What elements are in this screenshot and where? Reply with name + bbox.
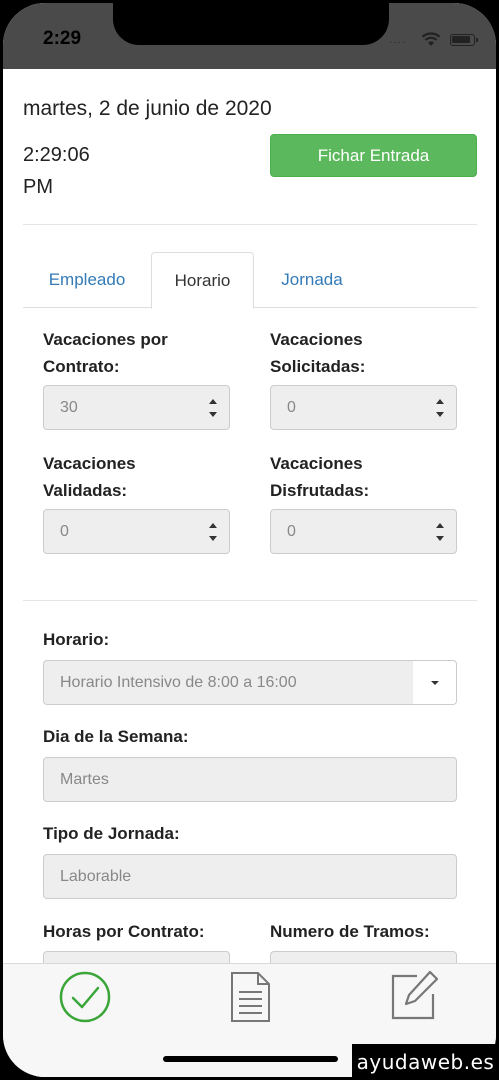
tipo-jornada-label: Tipo de Jornada: <box>43 824 180 843</box>
label-line: Vacaciones <box>270 454 363 473</box>
tab-horario[interactable]: Horario <box>151 252 254 309</box>
clock-time: 2:29:06 <box>23 144 90 166</box>
stepper-arrows-icon[interactable] <box>207 394 219 422</box>
vacaciones-validadas-stepper[interactable]: 0 <box>43 509 230 554</box>
divider <box>23 224 477 225</box>
label-line: Solicitadas: <box>270 357 366 376</box>
stepper-value: 0 <box>287 522 296 540</box>
stepper-arrows-icon[interactable] <box>207 518 219 546</box>
label-line: Disfrutadas: <box>270 481 370 500</box>
home-indicator[interactable] <box>163 1056 338 1062</box>
status-time: 2:29 <box>43 28 82 49</box>
battery-icon <box>450 34 478 46</box>
stepper-value: 0 <box>287 398 296 416</box>
caret-down-icon <box>430 680 439 685</box>
fichar-entrada-button[interactable]: Fichar Entrada <box>270 134 477 177</box>
tab-jornada[interactable]: Jornada <box>254 252 370 308</box>
vacaciones-contrato-stepper[interactable]: 30 <box>43 385 230 430</box>
divider <box>23 600 477 601</box>
dia-semana-value: Martes <box>60 770 109 788</box>
wifi-icon <box>421 32 441 46</box>
vacaciones-validadas-label: Vacaciones Validadas: <box>43 450 136 504</box>
label-line: Validadas: <box>43 481 128 500</box>
tab-empleado[interactable]: Empleado <box>23 252 151 308</box>
vacaciones-solicitadas-stepper[interactable]: 0 <box>270 385 457 430</box>
stepper-arrows-icon[interactable] <box>434 518 446 546</box>
current-date: martes, 2 de junio de 2020 <box>23 97 272 120</box>
check-circle-icon[interactable] <box>58 970 112 1024</box>
notch <box>113 3 389 45</box>
clock-ampm: PM <box>23 176 53 198</box>
stepper-value: 30 <box>60 398 78 416</box>
document-icon[interactable] <box>223 970 277 1024</box>
horario-dropdown-button[interactable] <box>413 660 457 705</box>
label-line: Vacaciones <box>43 454 136 473</box>
tipo-jornada-value: Laborable <box>60 867 132 885</box>
vacaciones-disfrutadas-label: Vacaciones Disfrutadas: <box>270 450 369 504</box>
edit-icon[interactable] <box>387 968 441 1022</box>
tipo-jornada-field[interactable]: Laborable <box>43 854 457 899</box>
signal-dots: ···· <box>389 37 407 48</box>
numero-tramos-label: Numero de Tramos: <box>270 922 430 941</box>
stepper-value: 0 <box>60 522 69 540</box>
status-bar: 2:29 ···· <box>3 3 496 69</box>
label-line: Vacaciones por <box>43 330 168 349</box>
vacaciones-disfrutadas-stepper[interactable]: 0 <box>270 509 457 554</box>
horas-contrato-label: Horas por Contrato: <box>43 922 205 941</box>
vacaciones-contrato-label: Vacaciones por Contrato: <box>43 326 168 380</box>
phone-screen: 2:29 ···· martes, 2 de junio de 2020 2:2… <box>3 3 496 1077</box>
stepper-arrows-icon[interactable] <box>434 394 446 422</box>
vacaciones-solicitadas-label: Vacaciones Solicitadas: <box>270 326 365 380</box>
tab-bar: Empleado Horario Jornada <box>23 252 477 309</box>
horario-select[interactable]: Horario Intensivo de 8:00 a 16:00 <box>43 660 414 705</box>
label-line: Vacaciones <box>270 330 363 349</box>
watermark: ayudaweb.es <box>352 1044 499 1080</box>
dia-semana-label: Dia de la Semana: <box>43 727 189 746</box>
dia-semana-field[interactable]: Martes <box>43 757 457 802</box>
horario-select-value: Horario Intensivo de 8:00 a 16:00 <box>60 673 297 691</box>
horario-label: Horario: <box>43 630 110 649</box>
label-line: Contrato: <box>43 357 120 376</box>
current-clock: 2:29:06 PM <box>23 139 90 203</box>
